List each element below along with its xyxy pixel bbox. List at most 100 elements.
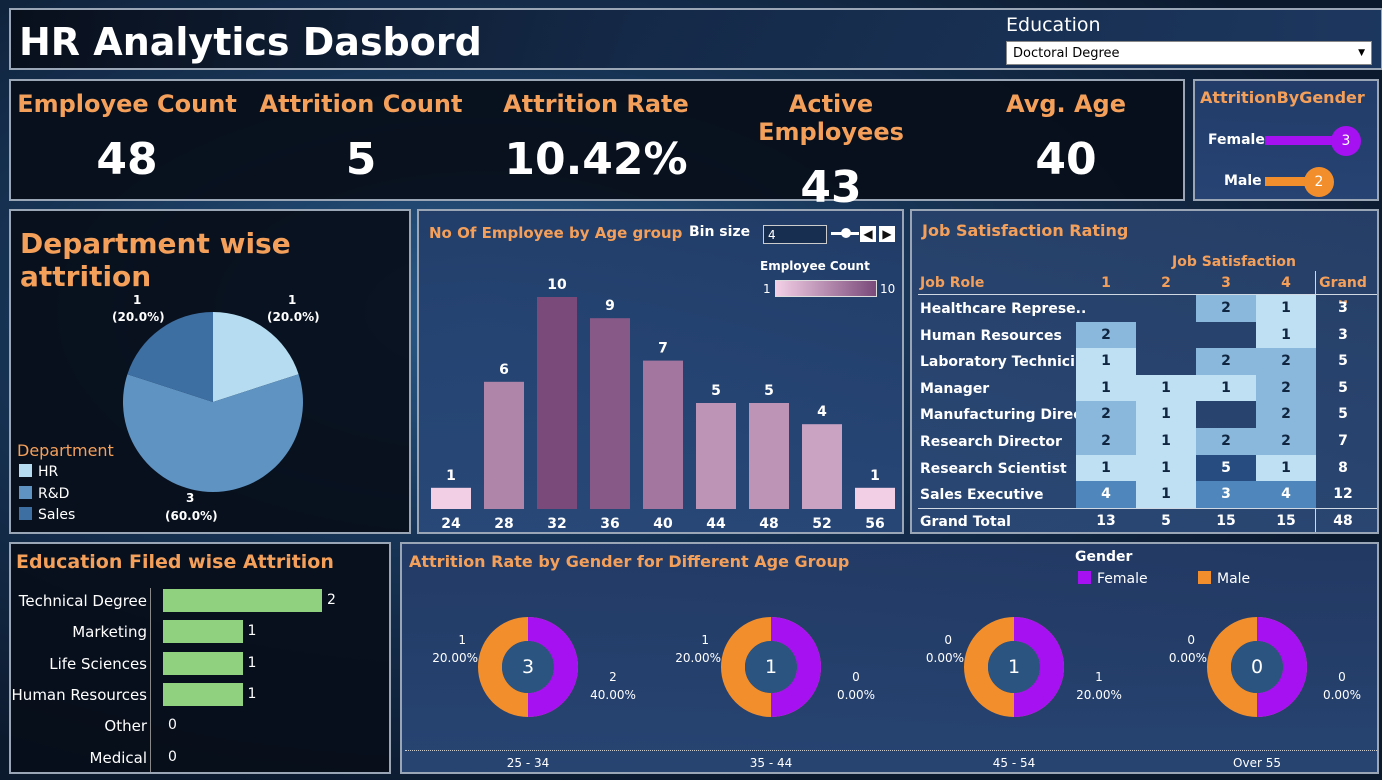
x-tick-label: 56: [865, 516, 884, 532]
age-bar[interactable]: [802, 424, 842, 509]
kpi-value: 10.42%: [504, 134, 688, 185]
x-tick-label: 52: [812, 516, 831, 532]
table-cell: [1196, 401, 1256, 428]
category-label: Marketing: [72, 623, 147, 642]
kpi-employee-count: Employee Count 48: [12, 90, 242, 185]
table-cell: 1: [1136, 428, 1196, 455]
list-item: Medical 0: [11, 745, 389, 771]
female-count-label: 0: [852, 670, 860, 684]
donut-group-area: 3 1 20.00% 2 40.00% 25 - 34 1 1 20.00% 0 0.00% 35 -…: [402, 544, 1377, 772]
donut-center-value: 0: [1250, 656, 1264, 678]
legend-label: Sales: [38, 507, 76, 523]
table-cell: 1: [1136, 481, 1196, 508]
row-label: Research Director: [920, 434, 1062, 450]
x-axis-label: 35 - 44: [749, 756, 793, 770]
table-cell: 2: [1076, 401, 1136, 428]
list-item: Technical Degree 2: [11, 588, 389, 614]
table-cell: 1: [1076, 374, 1136, 402]
table-cell: 4: [1076, 481, 1136, 508]
legend-swatch: [19, 464, 32, 477]
table-cell: [1076, 295, 1136, 322]
column-header: Job Role: [920, 275, 985, 291]
age-bar[interactable]: [431, 487, 471, 509]
column-header: 3: [1221, 275, 1231, 291]
bar-value-label: 6: [499, 362, 509, 378]
female-count-label: 1: [1095, 670, 1103, 684]
education-filter-value: Doctoral Degree: [1013, 46, 1120, 61]
kpi-value: 43: [800, 162, 862, 213]
male-pct-label: 20.00%: [675, 651, 721, 665]
kpi-title: Employee Count: [17, 90, 237, 118]
age-group-bar-chart: 1 24 6 28 10 32 9 36 7 40 5 44 5 48 4 52 1 56: [431, 277, 895, 532]
row-label: Manufacturing Direc..: [920, 407, 1093, 424]
list-item: Human Resources 1: [11, 682, 389, 708]
education-filter-dropdown[interactable]: Doctoral Degree ▼: [1006, 41, 1372, 65]
grand-total-cell: 15: [1276, 512, 1296, 529]
education-filter-label: Education: [1006, 14, 1101, 36]
donut-center-value: 3: [521, 656, 535, 678]
female-count-label: 2: [609, 670, 617, 684]
education-bar[interactable]: [163, 651, 243, 675]
table-cell: 2: [1196, 295, 1256, 322]
kpi-value: 48: [96, 134, 158, 185]
table-cell: 2: [1256, 428, 1316, 455]
age-bar[interactable]: [749, 403, 789, 509]
pie-label-sales-pct: (20.0%): [112, 310, 165, 324]
bar-value-label: 4: [817, 404, 827, 420]
category-label: Medical: [89, 748, 147, 767]
legend-item-sales: Sales: [19, 507, 75, 523]
education-attrition-panel: Education Filed wise Attrition Technical…: [9, 542, 391, 774]
kpi-title: Avg. Age: [1005, 90, 1127, 118]
kpi-value: 5: [345, 134, 377, 185]
grand-total-label: Grand Total: [920, 513, 1011, 530]
bar-value-label: 5: [711, 383, 721, 399]
age-bar[interactable]: [643, 360, 683, 509]
panel-title: Education Filed wise Attrition: [16, 551, 334, 573]
table-cell: 5: [1196, 454, 1256, 482]
age-group-panel: No Of Employee by Age group Bin size 4 ◀…: [417, 209, 904, 534]
chevron-down-icon[interactable]: ▼: [1358, 48, 1365, 58]
table-cell: 2: [1196, 428, 1256, 455]
department-pie-chart: [123, 312, 304, 493]
table-cell: 2: [1256, 348, 1316, 375]
education-bar[interactable]: [163, 620, 243, 644]
education-bar[interactable]: [163, 589, 322, 612]
x-tick-label: 44: [706, 516, 726, 532]
kpi-title: Active Employees: [758, 90, 904, 146]
kpi-title: Attrition Count: [259, 90, 463, 118]
x-tick-label: 40: [653, 516, 673, 532]
table-cell: 1: [1136, 401, 1196, 428]
gender-age-panel: Attrition Rate by Gender for Different A…: [400, 542, 1379, 774]
donut-center-value: 1: [764, 656, 778, 678]
column-header: 4: [1281, 275, 1291, 291]
legend-label: R&D: [38, 486, 70, 502]
legend-label: HR: [38, 464, 59, 480]
male-count-label: 1: [701, 633, 709, 647]
age-bar[interactable]: [696, 403, 736, 509]
row-total: 3: [1338, 326, 1348, 343]
age-bar[interactable]: [855, 487, 895, 509]
list-item: Other 0: [11, 713, 389, 739]
age-bar[interactable]: [537, 297, 577, 509]
table-cell: [1136, 322, 1196, 349]
pie-label-rd-pct: (60.0%): [165, 509, 218, 523]
row-label: Research Scientist: [920, 460, 1067, 477]
age-bar[interactable]: [484, 381, 524, 509]
bar-value-label: 1: [247, 654, 257, 671]
column-header: 2: [1161, 275, 1171, 291]
pie-label-rd-count: 3: [186, 491, 195, 505]
table-cell: 1: [1256, 321, 1316, 349]
x-axis-label: 25 - 34: [506, 756, 550, 770]
category-label: Human Resources: [11, 685, 147, 704]
pie-label-hr-count: 1: [288, 293, 297, 307]
female-count-label: 0: [1338, 670, 1346, 684]
male-count-label: 0: [944, 633, 952, 647]
age-bar[interactable]: [590, 318, 630, 509]
legend-item-hr: HR: [19, 464, 58, 480]
job-satisfaction-panel: Job Satisfaction Rating Job Satisfaction…: [910, 209, 1379, 534]
legend-swatch: [19, 507, 32, 520]
gender-female-dot: 3: [1331, 126, 1361, 156]
male-count-label: 0: [1187, 633, 1195, 647]
female-pct-label: 0.00%: [836, 688, 876, 702]
education-bar[interactable]: [163, 682, 243, 706]
